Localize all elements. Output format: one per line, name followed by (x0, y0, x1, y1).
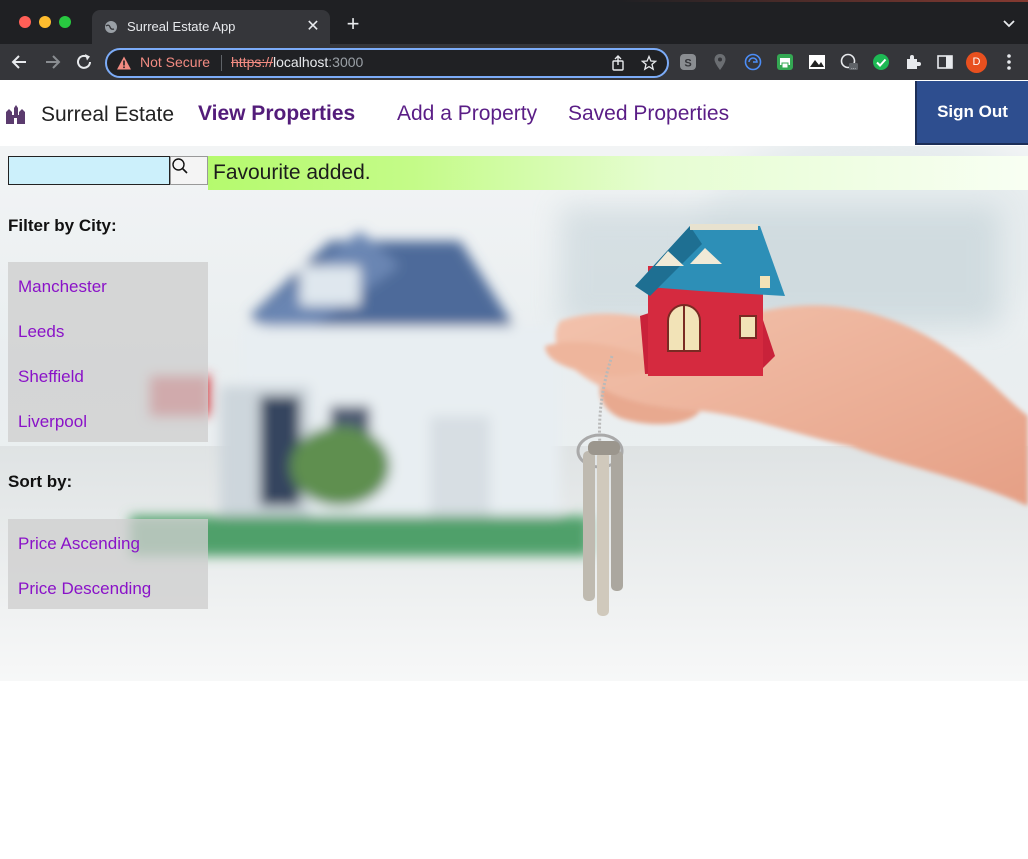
nav-saved-properties[interactable]: Saved Properties (568, 102, 729, 126)
browser-toolbar: Not Secure https://localhost:3000 S ... (0, 44, 1028, 80)
skype-extension-icon[interactable]: S (679, 53, 697, 71)
not-secure-label[interactable]: Not Secure (140, 54, 210, 70)
image-extension-icon[interactable] (808, 53, 826, 71)
minimize-window-button[interactable] (39, 16, 51, 28)
forward-arrow-icon[interactable] (42, 52, 62, 72)
nav-add-property[interactable]: Add a Property (397, 102, 537, 126)
sort-panel: Price Ascending Price Descending (8, 519, 208, 609)
grammar-extension-icon[interactable]: ... (840, 53, 858, 71)
filter-by-city-label: Filter by City: (8, 216, 117, 235)
sort-price-ascending[interactable]: Price Ascending (18, 534, 140, 554)
tab-title: Surreal Estate App (127, 19, 236, 34)
svg-text:S: S (684, 58, 691, 70)
warning-icon (117, 56, 131, 70)
flash-message: Favourite added. (208, 156, 1028, 190)
edge-extension-icon[interactable] (744, 53, 762, 71)
close-window-button[interactable] (19, 16, 31, 28)
search-input[interactable] (8, 156, 170, 185)
browser-tab[interactable]: Surreal Estate App ✕ (92, 10, 330, 44)
nav-view-properties[interactable]: View Properties (198, 102, 355, 126)
url-text[interactable]: https://localhost:3000 (231, 54, 363, 70)
globe-icon (105, 21, 117, 33)
filter-city-leeds[interactable]: Leeds (18, 322, 64, 342)
tab-close-icon[interactable]: ✕ (304, 16, 322, 36)
app-navbar: Surreal Estate View Properties Add a Pro… (0, 81, 1028, 146)
hero-section: Favourite added. Filter by City: Manches… (0, 146, 1028, 681)
url-host: localhost (273, 54, 329, 70)
filter-city-liverpool[interactable]: Liverpool (18, 412, 87, 432)
browser-tab-strip: Surreal Estate App ✕ + (0, 0, 1028, 44)
search-button[interactable] (170, 156, 208, 185)
profile-avatar[interactable]: D (966, 52, 987, 73)
check-extension-icon[interactable] (872, 53, 890, 71)
sign-out-button[interactable]: Sign Out (915, 81, 1028, 145)
tab-search-chevron-icon[interactable] (1002, 16, 1016, 30)
svg-text:...: ... (851, 65, 856, 71)
side-panel-icon[interactable] (936, 53, 954, 71)
new-tab-button[interactable]: + (343, 13, 363, 35)
print-extension-icon[interactable] (776, 53, 794, 71)
url-scheme: https:// (231, 54, 274, 70)
url-port: :3000 (328, 54, 364, 70)
bookmark-star-icon[interactable] (641, 55, 657, 71)
back-arrow-icon[interactable] (10, 52, 30, 72)
sort-price-descending[interactable]: Price Descending (18, 579, 151, 599)
puzzle-extensions-icon[interactable] (904, 53, 922, 71)
maximize-window-button[interactable] (59, 16, 71, 28)
more-menu-icon[interactable] (1002, 52, 1016, 72)
address-bar[interactable]: Not Secure https://localhost:3000 (105, 48, 669, 78)
city-filter-panel: Manchester Leeds Sheffield Liverpool (8, 262, 208, 442)
brand-name[interactable]: Surreal Estate (41, 103, 174, 127)
reload-icon[interactable] (74, 52, 94, 72)
castle-logo-icon[interactable] (4, 103, 26, 125)
share-icon[interactable] (610, 55, 626, 71)
omnibox-divider (221, 55, 222, 71)
sort-by-label: Sort by: (8, 472, 73, 491)
filter-city-sheffield[interactable]: Sheffield (18, 367, 84, 387)
search-icon (172, 158, 188, 174)
filter-city-manchester[interactable]: Manchester (18, 277, 107, 297)
location-pin-extension-icon[interactable] (711, 53, 729, 71)
